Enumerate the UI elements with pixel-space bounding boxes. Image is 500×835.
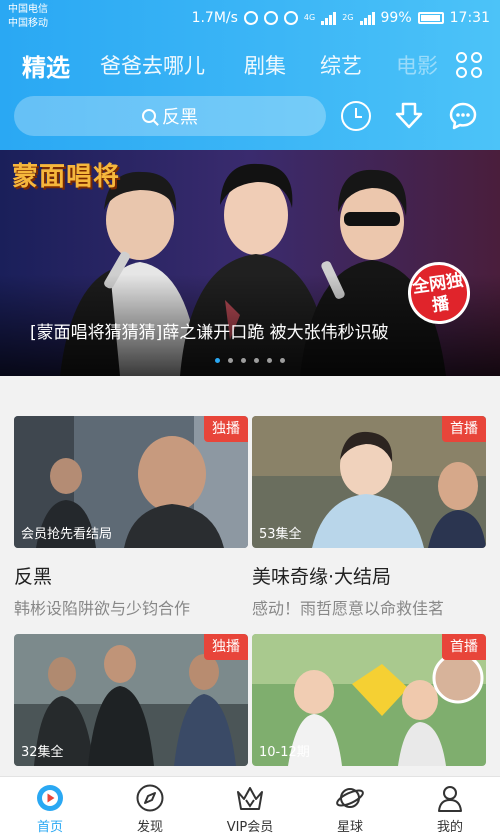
data-saver-icon — [243, 11, 258, 25]
tab-featured[interactable]: 精选 — [22, 48, 70, 83]
banner-show-logo: 蒙面唱将 — [12, 162, 121, 192]
premiere-tag: 首播 — [442, 416, 486, 442]
carrier-2: 中国移动 — [8, 18, 48, 29]
signal-1-icon — [321, 11, 337, 25]
net-type-1: 4G — [303, 13, 316, 22]
pager-dot[interactable] — [241, 358, 246, 363]
content-grid: 独播 会员抢先看结局 反黑 韩彬设陷阱欲与少钧合作 首播 53集全 美味奇缘·大… — [0, 376, 500, 776]
hero-banner[interactable]: 蒙面唱将 全网独播 [蒙面唱将猜猜猜]薛之谦开口跪 被大张伟秒识破 — [0, 150, 500, 376]
pager-dot[interactable] — [254, 358, 259, 363]
video-card[interactable]: 独播 32集全 — [14, 634, 248, 766]
channel-tabs: 精选 爸爸去哪儿 剧集 综艺 电影 — [0, 44, 500, 88]
nav-discover-label: 发现 — [136, 820, 163, 835]
video-card[interactable]: 独播 会员抢先看结局 反黑 韩彬设陷阱欲与少钧合作 — [14, 416, 248, 619]
crown-icon — [237, 787, 263, 810]
clock-time: 17:31 — [449, 10, 490, 26]
nav-planet-label: 星球 — [336, 820, 363, 835]
episode-info: 32集全 — [21, 745, 64, 760]
net-type-2: 2G — [342, 13, 354, 22]
episode-info: 53集全 — [259, 527, 302, 542]
video-subtitle: 韩彬设陷阱欲与少钧合作 — [14, 599, 191, 618]
search-placeholder: 反黑 — [162, 107, 198, 128]
video-thumbnail[interactable]: 独播 32集全 — [14, 634, 248, 766]
banner-caption: [蒙面唱将猜猜猜]薛之谦开口跪 被大张伟秒识破 — [30, 323, 389, 343]
nav-vip[interactable]: VIP会员 — [200, 777, 300, 835]
home-play-icon — [37, 785, 63, 811]
video-subtitle: 感动！雨哲愿意以命救佳茗 — [252, 599, 445, 618]
episode-info: 10-12期 — [259, 745, 310, 760]
banner-pager — [0, 358, 500, 363]
status-icons: 1.7M/s 4G 2G 99% 17:31 — [192, 8, 490, 28]
alarm-icon — [263, 11, 278, 25]
nav-vip-label: VIP会员 — [226, 820, 274, 835]
pager-dot[interactable] — [215, 358, 220, 363]
search-bar[interactable]: 反黑 — [14, 96, 326, 136]
video-thumbnail[interactable]: 独播 会员抢先看结局 — [14, 416, 248, 548]
signal-2-icon — [359, 11, 375, 25]
video-thumbnail[interactable]: 首播 10-12期 — [252, 634, 486, 766]
carrier-1: 中国电信 — [8, 4, 48, 15]
video-title[interactable]: 美味奇缘·大结局 — [252, 562, 486, 589]
video-card[interactable]: 首播 10-12期 — [252, 634, 486, 766]
planet-icon — [336, 788, 364, 808]
download-icon[interactable] — [394, 101, 424, 131]
nav-planet[interactable]: 星球 — [300, 777, 400, 835]
tab-movies[interactable]: 电影 — [396, 50, 438, 80]
eye-icon — [283, 11, 298, 25]
pager-dot[interactable] — [267, 358, 272, 363]
episode-info: 会员抢先看结局 — [21, 527, 113, 542]
video-title[interactable]: 反黑 — [14, 562, 248, 589]
nav-home-label: 首页 — [36, 820, 63, 835]
app-header: 中国电信 中国移动 1.7M/s 4G 2G 99% 17:31 精选 爸爸去哪… — [0, 0, 500, 150]
net-speed: 1.7M/s — [191, 10, 238, 26]
premiere-tag: 首播 — [442, 634, 486, 660]
battery-level: 99% — [380, 10, 412, 26]
status-bar: 中国电信 中国移动 1.7M/s 4G 2G 99% 17:31 — [0, 0, 500, 36]
video-thumbnail[interactable]: 首播 53集全 — [252, 416, 486, 548]
all-channels-icon[interactable] — [456, 52, 482, 78]
profile-icon — [438, 786, 462, 812]
message-icon[interactable] — [448, 101, 478, 131]
tab-dad-where[interactable]: 爸爸去哪儿 — [100, 50, 205, 80]
carrier-info: 中国电信 中国移动 — [8, 3, 48, 31]
battery-icon — [417, 12, 444, 24]
tab-series[interactable]: 剧集 — [244, 50, 286, 80]
exclusive-tag: 独播 — [204, 416, 248, 442]
search-icon — [142, 109, 156, 123]
bottom-nav: 首页 发现 VIP会员 星球 我的 — [0, 776, 500, 835]
history-icon[interactable] — [341, 101, 371, 131]
nav-profile-label: 我的 — [436, 820, 463, 835]
compass-icon — [136, 784, 164, 812]
nav-home[interactable]: 首页 — [0, 777, 100, 835]
nav-profile[interactable]: 我的 — [400, 777, 500, 835]
nav-discover[interactable]: 发现 — [100, 777, 200, 835]
exclusive-tag: 独播 — [204, 634, 248, 660]
pager-dot[interactable] — [228, 358, 233, 363]
video-card[interactable]: 首播 53集全 美味奇缘·大结局 感动！雨哲愿意以命救佳茗 — [252, 416, 486, 619]
pager-dot[interactable] — [280, 358, 285, 363]
tab-variety[interactable]: 综艺 — [320, 50, 362, 80]
